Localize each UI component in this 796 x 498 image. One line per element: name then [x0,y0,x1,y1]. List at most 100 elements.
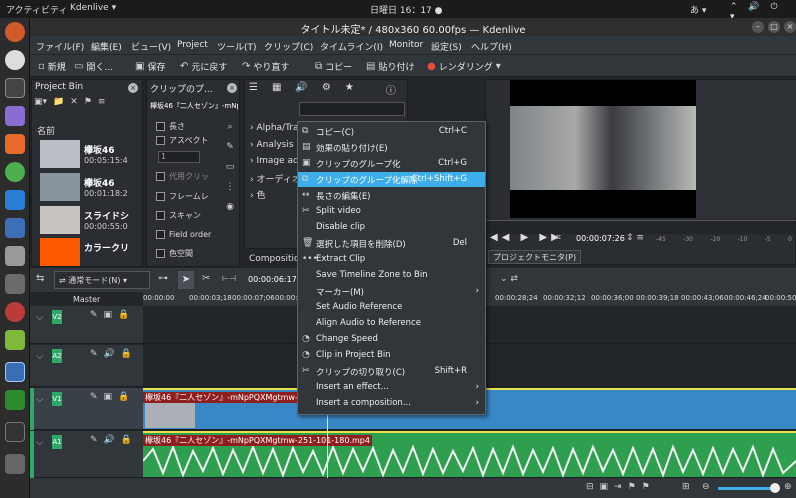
timeline-settings-icon[interactable]: ⇆ [36,273,44,284]
settings-icon[interactable] [5,274,25,294]
fit-zoom-icon[interactable]: ⊞ [682,482,690,492]
checkbox[interactable] [156,171,165,181]
app-icon[interactable] [5,106,25,126]
prop-scan[interactable]: スキャン [156,208,201,222]
info-icon[interactable]: ◉ [222,197,238,217]
undo-button[interactable]: ↶ 元に戻す [180,59,227,73]
context-menu-item[interactable]: ✂ クリップの切り取り(C) Shift+R [298,364,485,379]
multi-tool-icon[interactable]: ⊢⊣ [222,274,236,283]
checkbox[interactable] [156,135,165,145]
timeline-view-buttons[interactable]: ⊟▣⇥⚑⚑ [586,482,656,492]
zoom-slider[interactable] [718,487,776,490]
playback-controls[interactable]: ◀◀ ▶ ▶▶ [490,232,563,243]
copy-button[interactable]: ⧉ コピー [315,59,352,73]
collapse-icon[interactable]: ⌵ [36,394,44,405]
menu-file[interactable]: ファイル(F) [36,40,84,53]
input-method-indicator[interactable]: あ ▾ [690,3,706,16]
audio-clip[interactable]: 欅坂46『二人セゾン』-mNpPQXMgtmw-251-101-180.mp4 [143,431,796,478]
custom-icon[interactable]: ⚙ [322,82,331,98]
prop-framerate[interactable]: フレームレ [156,189,209,203]
checkbox[interactable] [156,191,165,201]
render-button[interactable]: ● レンダリング ▾ [427,59,501,73]
info-icon[interactable]: ⓘ [386,82,396,98]
menu-tools[interactable]: ツール(T) [217,40,257,53]
menu-clip[interactable]: クリップ(C) [264,40,313,53]
context-menu-item[interactable]: ⧉ コピー(C) Ctrl+C [298,124,485,139]
tag-icon[interactable]: ⚑ [84,97,92,111]
timeline-options-icon[interactable]: ⌄ ⇄ [500,274,518,284]
effect-category[interactable]: › オーディオ [250,172,301,185]
files-icon[interactable] [5,190,25,210]
track-controls[interactable]: ✎🔊🔒 [90,435,138,445]
project-monitor-tab[interactable]: プロジェクトモニタ(P) [488,250,582,264]
app-icon[interactable] [5,454,25,474]
minimize-button[interactable]: – [752,21,764,33]
track-header-a1[interactable]: ⌵ A1 ✎🔊🔒 [30,431,143,478]
zoom-slider-handle[interactable] [770,483,780,493]
context-menu-item[interactable]: ◔ Change Speed [298,332,485,347]
context-menu-item[interactable]: Set Audio Reference [298,300,485,315]
select-tool-icon[interactable]: ➤ [178,271,194,289]
redo-button[interactable]: ↷ やり直す [242,59,289,73]
context-menu-item[interactable]: Insert a composition... › [298,396,485,411]
menu-help[interactable]: ヘルプ(H) [471,40,512,53]
grid-icon[interactable]: ⋮ [222,177,238,197]
clock[interactable]: 日曜日 16：17 ● [370,3,442,16]
context-menu-item[interactable]: Align Audio to Reference [298,316,485,331]
menu-project[interactable]: Project [177,40,208,50]
film-icon[interactable]: ▦ [272,82,281,98]
favorite-icon[interactable]: ★ [345,82,354,98]
audio-icon[interactable]: 🔊 [295,82,307,98]
terminal-icon[interactable] [5,422,25,442]
browser-icon[interactable] [5,22,25,42]
app-icon[interactable] [5,302,25,322]
track-controls[interactable]: ✎▣🔒 [90,392,135,402]
context-menu-item[interactable]: ↔ 長さの編集(E) [298,188,485,203]
activities-button[interactable]: アクティビティ [6,3,67,16]
close-button[interactable]: × [784,21,796,33]
collapse-icon[interactable]: ⌵ [36,351,44,362]
delete-icon[interactable]: ✕ [70,97,78,111]
track-header-v2[interactable]: ⌵ V2 ✎▣🔒 [30,306,143,344]
monitor-screen[interactable] [510,80,696,218]
track-header-v1[interactable]: ⌵ V1 ✎▣🔒 [30,388,143,430]
spacer-tool-icon[interactable]: ⊶ [158,273,168,284]
track-controls[interactable]: ✎🔊🔒 [90,349,138,359]
disk-icon[interactable] [5,50,25,70]
effect-category[interactable]: › Alpha/Tra [250,123,298,133]
monitor-timecode[interactable]: 00:00:07:26 [576,234,625,243]
view-mode-icon[interactable]: ▣▾ [34,97,47,111]
new-button[interactable]: ▫ 新規 [38,59,66,73]
timeline-timecode[interactable]: 00:00:06:17 [248,275,297,284]
track-header-a2[interactable]: ⌵ A2 ✎🔊🔒 [30,345,143,387]
menu-monitor[interactable]: Monitor [389,40,423,50]
pen-icon[interactable]: ✎ [222,137,238,157]
close-icon[interactable]: × [128,83,138,93]
camera-icon[interactable] [5,246,25,266]
context-menu-item[interactable]: ◔ Clip in Project Bin [298,348,485,363]
list-icon[interactable]: ☰ [249,82,258,98]
prop-aspect[interactable]: アスペクト [156,133,208,147]
context-menu-item[interactable]: ✂ Split video [298,204,485,219]
context-menu-item[interactable]: マーカー(M) › [298,284,485,299]
prop-colorspace[interactable]: 色空間 [156,246,193,260]
menu-settings[interactable]: 設定(S) [431,40,462,53]
menu-timeline[interactable]: タイムライン(I) [320,40,383,53]
zoom-in-icon[interactable]: ⊕ [784,482,792,492]
context-menu-item[interactable]: 🗑 選択した項目を削除(D) Del [298,236,485,251]
context-menu-item[interactable]: ⧉ クリップのグループ化解除 Ctrl+Shift+G [298,172,485,187]
prop-value-field[interactable]: 1 [158,150,200,164]
software-center-icon[interactable] [5,134,25,154]
close-icon[interactable]: × [227,83,237,93]
razor-tool-icon[interactable]: ✂ [202,273,210,284]
prop-proxy[interactable]: 代用クリッ [156,169,209,183]
edit-mode-select[interactable]: ⇌ 通常モード(N) ▾ [54,271,150,289]
add-clip-icon[interactable]: 📁 [53,97,64,111]
spreadsheet-icon[interactable] [5,390,25,410]
menu-view[interactable]: ビュー(V) [131,40,171,53]
context-menu-item[interactable]: Insert an effect... › [298,380,485,395]
save-button[interactable]: ▣ 保存 [135,59,165,73]
checkbox[interactable] [156,229,165,239]
context-menu-item[interactable]: ▤ 効果の貼り付け(E) [298,140,485,155]
name-column-header[interactable]: 名前 [37,124,55,137]
